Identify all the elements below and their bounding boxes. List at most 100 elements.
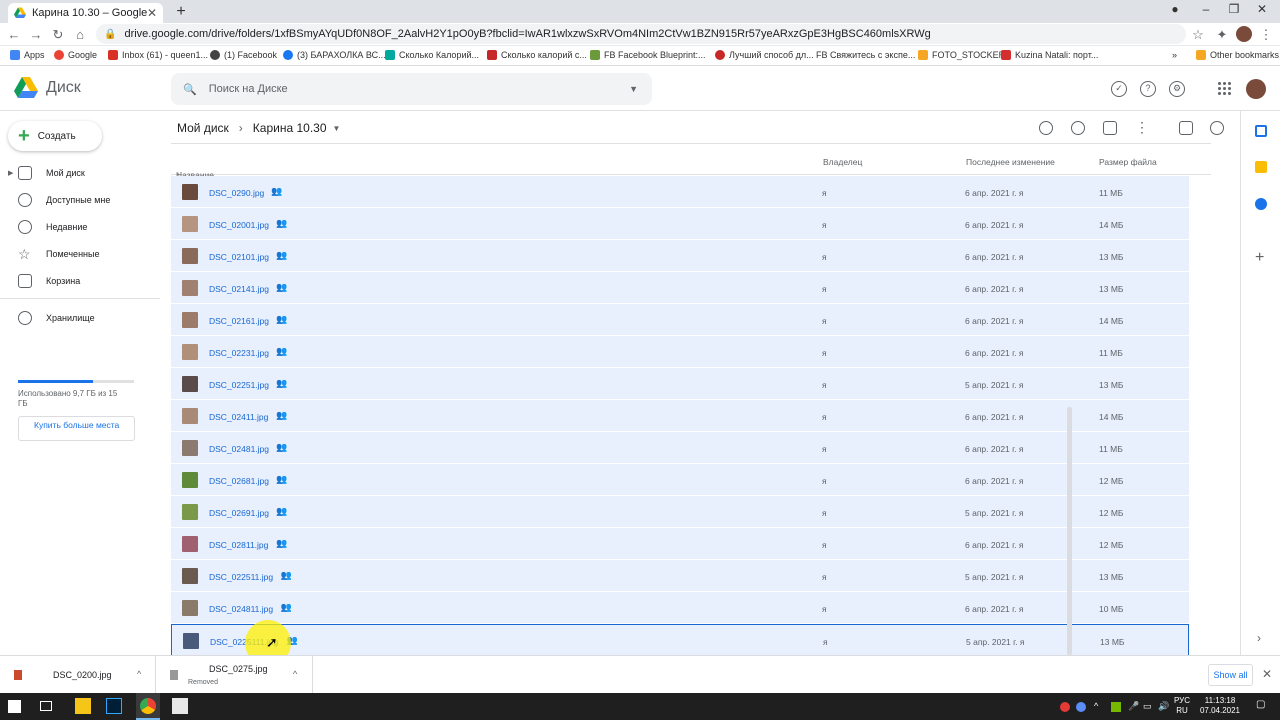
breadcrumb-current[interactable]: Карина 10.30 <box>253 121 327 135</box>
table-row[interactable]: DSC_02691.jpg 👥 я 5 апр. 2021 г. я 12 МБ <box>171 496 1189 528</box>
record-icon[interactable] <box>1060 702 1070 712</box>
bookmark-kuzina[interactable]: Kuzina Natali: порт... <box>1001 50 1098 60</box>
bookmark-calories-2[interactable]: Сколько калорий с... <box>487 50 587 60</box>
file-name[interactable]: DSC_02251.jpg <box>209 380 269 390</box>
download-options-icon[interactable]: ^ <box>293 669 297 679</box>
table-row[interactable]: DSC_02251.jpg 👥 я 5 апр. 2021 г. я 13 МБ <box>171 368 1189 400</box>
share-add-person-icon[interactable] <box>1039 121 1053 135</box>
forward-icon[interactable]: → <box>28 27 44 42</box>
search-options-icon[interactable]: ▼ <box>629 84 638 94</box>
table-row[interactable]: DSC_0290.jpg 👥 я 6 апр. 2021 г. я 11 МБ <box>171 176 1189 208</box>
home-icon[interactable]: ⌂ <box>72 27 88 42</box>
reload-icon[interactable]: ↻ <box>50 27 66 43</box>
file-name[interactable]: DSC_02141.jpg <box>209 284 269 294</box>
volume-icon[interactable]: 🔊 <box>1158 701 1169 711</box>
network-icon[interactable]: ▭ <box>1143 701 1152 711</box>
file-name[interactable]: DSC_022511.jpg <box>209 572 273 582</box>
file-name[interactable]: DSC_02411.jpg <box>209 412 268 422</box>
more-actions-icon[interactable]: ⋮ <box>1135 119 1149 136</box>
app-window-icon[interactable] <box>172 698 188 714</box>
sidebar-item-storage[interactable]: Хранилище <box>0 305 160 331</box>
back-icon[interactable]: ← <box>6 27 22 42</box>
sidebar-item-trash[interactable]: Корзина <box>0 268 160 294</box>
add-addon-icon[interactable]: + <box>1255 249 1264 267</box>
nvidia-icon[interactable] <box>1111 702 1121 712</box>
table-row[interactable]: DSC_02101.jpg 👥 я 6 апр. 2021 г. я 13 МБ <box>171 240 1189 272</box>
collapse-panel-icon[interactable]: › <box>1257 631 1261 645</box>
grid-view-icon[interactable] <box>1179 121 1193 135</box>
settings-gear-icon[interactable]: ⚙ <box>1169 81 1185 97</box>
table-row[interactable]: DSC_02001.jpg 👥 я 6 апр. 2021 г. я 14 МБ <box>171 208 1189 240</box>
tray-app-icon[interactable] <box>1076 702 1086 712</box>
address-bar[interactable]: 🔒 drive.google.com/drive/folders/1xfBSmy… <box>96 24 1186 44</box>
bookmark-facebook[interactable]: (1) Facebook <box>210 50 277 60</box>
file-name[interactable]: DSC_02681.jpg <box>209 476 269 486</box>
sidebar-item-my-drive[interactable]: ▶ Мой диск <box>0 160 160 186</box>
clock[interactable]: 11:13:18 07.04.2021 <box>1198 696 1242 716</box>
windows-start-icon[interactable] <box>8 700 21 713</box>
sidebar-item-recent[interactable]: Недавние <box>0 214 160 240</box>
table-row[interactable]: DSC_02231.jpg 👥 я 6 апр. 2021 г. я 11 МБ <box>171 336 1189 368</box>
file-name[interactable]: DSC_02101.jpg <box>209 252 269 262</box>
table-row[interactable]: DSC_02681.jpg 👥 я 6 апр. 2021 г. я 12 МБ <box>171 464 1189 496</box>
table-row[interactable]: DSC_02411.jpg 👥 я 6 апр. 2021 г. я 14 МБ <box>171 400 1189 432</box>
bookmark-apps[interactable]: Apps <box>10 50 45 60</box>
breadcrumb-root[interactable]: Мой диск <box>177 121 229 135</box>
create-new-button[interactable]: + Создать <box>8 121 102 151</box>
bookmark-star-icon[interactable]: ☆ <box>1190 27 1206 43</box>
calendar-icon[interactable] <box>1255 125 1267 137</box>
google-apps-icon[interactable] <box>1218 82 1232 96</box>
buy-storage-button[interactable]: Купить больше места <box>18 416 135 441</box>
notifications-icon[interactable]: ▢ <box>1256 700 1265 710</box>
new-tab-icon[interactable]: + <box>172 3 190 21</box>
download-item[interactable]: DSC_0275.jpg Removed ^ <box>156 656 313 694</box>
table-row[interactable]: DSC_024811.jpg 👥 я 6 апр. 2021 г. я 10 МБ <box>171 592 1189 624</box>
table-row[interactable]: DSC_02141.jpg 👥 я 6 апр. 2021 г. я 13 МБ <box>171 272 1189 304</box>
table-row[interactable]: DSC_02481.jpg 👥 я 6 апр. 2021 г. я 11 МБ <box>171 432 1189 464</box>
minimize-icon[interactable]: – <box>1192 2 1220 16</box>
help-icon[interactable]: ? <box>1140 81 1156 97</box>
file-name[interactable]: DSC_02001.jpg <box>209 220 269 230</box>
download-item[interactable]: DSC_0200.jpg ^ <box>0 656 156 694</box>
file-name[interactable]: DSC_02231.jpg <box>209 348 269 358</box>
chrome-taskbar-button[interactable] <box>136 693 160 720</box>
tray-expand-icon[interactable]: ^ <box>1094 701 1098 711</box>
bookmark-calories-1[interactable]: Сколько Калорий... <box>385 50 479 60</box>
table-row[interactable]: DSC_022511.jpg 👥 я 5 апр. 2021 г. я 13 МБ <box>171 560 1189 592</box>
bookmark-baraholka[interactable]: (3) БАРАХОЛКА ВС... <box>283 50 386 60</box>
delete-trash-icon[interactable] <box>1103 121 1117 135</box>
search-box[interactable]: 🔍 Поиск на Диске ▼ <box>171 73 652 105</box>
other-bookmarks[interactable]: Other bookmarks <box>1196 50 1279 60</box>
table-row[interactable]: DSC_02161.jpg 👥 я 6 апр. 2021 г. я 14 МБ <box>171 304 1189 336</box>
account-avatar[interactable] <box>1246 79 1266 99</box>
file-explorer-icon[interactable] <box>75 698 91 714</box>
bookmark-contact-expert[interactable]: FB Свяжитесь с экспе... <box>816 50 915 60</box>
file-name[interactable]: DSC_024811.jpg <box>209 604 273 614</box>
show-all-downloads-button[interactable]: Show all <box>1208 664 1253 686</box>
column-modified[interactable]: Последнее изменение <box>966 157 1055 167</box>
bookmark-google[interactable]: Google <box>54 50 97 60</box>
bookmark-gmail[interactable]: Inbox (61) - queen1... <box>108 50 208 60</box>
bookmark-best-way[interactable]: Лучший способ дл... <box>715 50 814 60</box>
task-view-icon[interactable] <box>40 701 52 711</box>
file-name[interactable]: DSC_02481.jpg <box>209 444 269 454</box>
preview-eye-icon[interactable] <box>1071 121 1085 135</box>
search-input[interactable]: Поиск на Диске <box>209 83 629 95</box>
file-name[interactable]: DSC_02811.jpg <box>209 540 268 550</box>
table-row[interactable]: DSC_0225111.jpg👥я5 апр. 2021 г. я13 МБ <box>171 624 1189 655</box>
file-name[interactable]: DSC_02161.jpg <box>209 316 269 326</box>
tab-close-icon[interactable]: ✕ <box>147 6 157 20</box>
column-size[interactable]: Размер файла <box>1099 157 1157 167</box>
language-indicator[interactable]: РУС RU <box>1172 696 1192 716</box>
expand-caret-icon[interactable]: ▶ <box>8 169 13 177</box>
browser-profile-avatar[interactable] <box>1236 26 1252 42</box>
bookmarks-overflow-icon[interactable]: » <box>1172 50 1177 60</box>
profile-menu-icon[interactable]: ● <box>1161 2 1189 16</box>
tasks-icon[interactable] <box>1255 198 1267 210</box>
extensions-icon[interactable]: ✦ <box>1214 27 1230 43</box>
details-info-icon[interactable] <box>1210 121 1224 135</box>
bookmark-fb-blueprint[interactable]: FB Facebook Blueprint:... <box>590 50 706 60</box>
sidebar-item-shared[interactable]: Доступные мне <box>0 187 160 213</box>
folder-menu-caret-icon[interactable]: ▼ <box>333 124 341 133</box>
file-name[interactable]: DSC_0290.jpg <box>209 188 264 198</box>
